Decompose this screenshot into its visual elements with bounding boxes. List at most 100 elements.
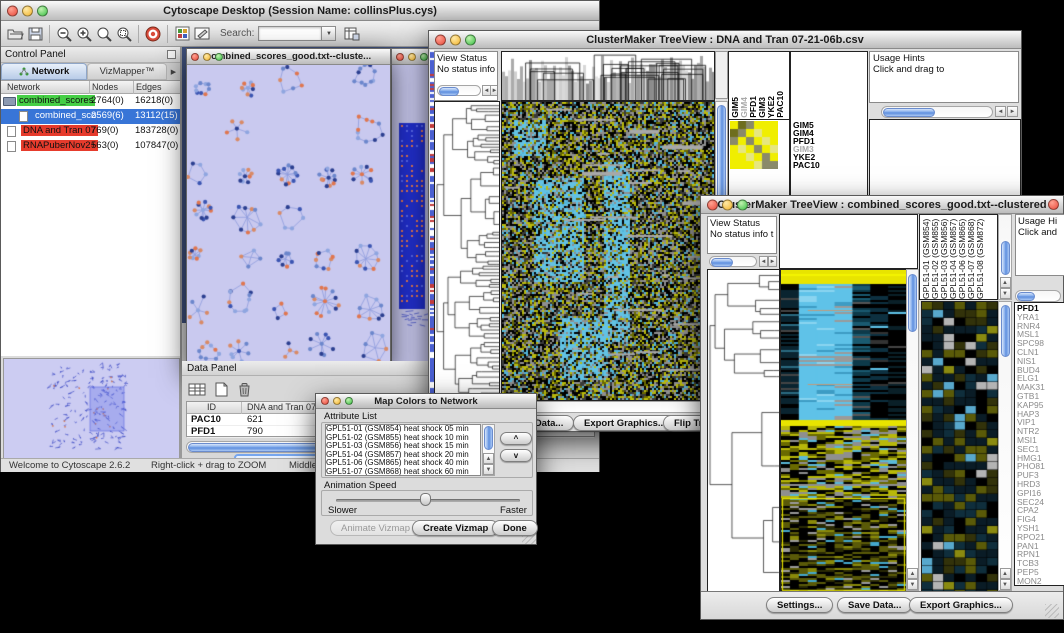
col-edges[interactable]: Edges [136,82,162,92]
row-label[interactable]: PAC10 [793,161,820,169]
cytoscape-titlebar[interactable]: Cytoscape Desktop (Session Name: collins… [1,1,599,21]
scroll-down-arrow[interactable]: ▼ [1000,579,1011,590]
minimize-button[interactable] [203,53,211,61]
background-window-close-button[interactable] [1048,199,1059,210]
close-button[interactable] [396,53,404,61]
network-tree-row[interactable]: combined_sco2569(6)13112(15) [1,109,180,124]
zoom-heatmap-canvas[interactable] [921,301,999,593]
col-network[interactable]: Network [7,82,40,92]
global-heatmap-canvas[interactable] [501,101,715,401]
tab-vizmapper[interactable]: VizMapper™ [87,63,167,80]
table-mode-icon[interactable] [187,379,207,399]
tab-overflow-arrow[interactable]: ▶ [167,63,180,80]
dialog-titlebar[interactable]: Map Colors to Network [316,394,536,409]
float-panel-icon[interactable] [167,50,176,59]
scroll-right-arrow[interactable]: ► [1007,106,1018,117]
scroll-left-arrow[interactable]: ◄ [759,256,768,267]
column-dendrogram-canvas[interactable] [501,51,715,101]
scroll-down-arrow[interactable]: ▼ [1000,288,1011,299]
tab-network[interactable]: Network [1,63,87,80]
gene-list-scrollbar[interactable] [1015,290,1061,302]
treeview-button[interactable]: Save Data... [837,597,912,613]
network-view-titlebar[interactable]: combined_scores_good.txt--cluste... [187,49,390,65]
attribute-list-item[interactable]: GPL51-07 (GSM868) heat shock 60 min [326,468,480,476]
save-icon[interactable] [25,24,45,44]
attribute-browser-icon[interactable] [342,24,362,44]
view-status-scrollbar[interactable] [709,256,757,267]
minimize-button[interactable] [333,397,341,405]
usage-hints-scrollbar[interactable] [881,106,993,118]
scroll-up-arrow[interactable]: ▲ [483,453,494,464]
column-label[interactable]: PAC10 [776,91,785,118]
treeview-combined-titlebar[interactable]: ClusterMaker TreeView : combined_scores_… [701,196,1063,214]
scroll-up-arrow[interactable]: ▲ [1000,277,1011,288]
scroll-up-arrow[interactable]: ▲ [1000,568,1011,579]
treeview-button[interactable]: Export Graphics... [573,415,677,431]
table-col-id[interactable]: ID [207,402,216,412]
treeview-dna-titlebar[interactable]: ClusterMaker TreeView : DNA and Tran 07-… [429,31,1021,49]
row-dendrogram-canvas[interactable] [434,101,500,401]
zoom-out-icon[interactable] [54,24,74,44]
close-button[interactable] [7,5,18,16]
network-tree-row[interactable]: combined_scores2764(0)16218(0) [1,94,180,109]
column-label[interactable]: GPL51-08 (GSM872) [976,215,985,299]
zoom-in-icon[interactable] [74,24,94,44]
delete-attribute-icon[interactable] [234,379,254,399]
column-label[interactable]: GPL51-03 (GSM856) [940,215,949,299]
zoom-vscrollbar[interactable]: ▲ ▼ [998,301,1012,591]
minimize-button[interactable] [408,53,416,61]
scroll-down-arrow[interactable]: ▼ [483,464,494,475]
close-button[interactable] [707,199,718,210]
close-button[interactable] [321,397,329,405]
zoom-button[interactable] [737,199,748,210]
done-button[interactable]: Done [492,520,538,536]
zoom-heatmap-canvas[interactable] [730,121,778,169]
scroll-right-arrow[interactable]: ► [490,85,498,96]
annotation-icon[interactable] [192,24,212,44]
zoom-button[interactable] [465,34,476,45]
zoom-button[interactable] [37,5,48,16]
column-label[interactable]: GPL51-07 (GSM868) [967,215,976,299]
minimize-button[interactable] [22,5,33,16]
minimize-button[interactable] [450,34,461,45]
network-tree-row[interactable]: RNAPuberNov2+563(0)107847(0) [1,139,180,154]
close-button[interactable] [435,34,446,45]
animate-vizmap-button[interactable]: Animate Vizmap [330,520,421,536]
column-label[interactable]: GPL51-04 (GSM857) [949,215,958,299]
move-down-button[interactable]: v [500,449,532,462]
close-button[interactable] [191,53,199,61]
treeview-button[interactable]: Settings... [766,597,833,613]
column-label[interactable]: GPL51-01 (GSM854) [922,215,931,299]
col-nodes[interactable]: Nodes [92,82,118,92]
network-canvas[interactable] [187,65,390,366]
help-lifering-icon[interactable] [143,24,163,44]
column-label[interactable]: GPL51-06 (GSM865) [958,215,967,299]
scroll-down-arrow[interactable]: ▼ [907,579,918,590]
speed-slider-thumb[interactable] [420,493,431,506]
network-tree-row[interactable]: DNA and Tran 07769(0)183728(0) [1,124,180,139]
new-attribute-icon[interactable] [211,379,231,399]
zoom-button[interactable] [420,53,428,61]
open-file-icon[interactable] [5,24,25,44]
row-dendrogram-canvas[interactable] [707,269,780,593]
column-label[interactable]: GPL51-02 (GSM855) [931,215,940,299]
heatmap-vscrollbar[interactable]: ▲ ▼ [906,269,919,591]
search-input[interactable] [258,26,322,41]
zoom-button[interactable] [215,53,223,61]
zoom-button[interactable] [345,397,353,405]
minimize-button[interactable] [722,199,733,210]
scroll-right-arrow[interactable]: ► [768,256,777,267]
create-vizmap-button[interactable]: Create Vizmap [412,520,499,536]
resize-grip[interactable] [1045,604,1059,618]
zoom-fit-icon[interactable] [94,24,114,44]
attribute-list-scrollbar[interactable]: ▲ ▼ [482,424,495,476]
scroll-up-arrow[interactable]: ▲ [907,568,918,579]
search-dropdown-button[interactable]: ▼ [322,26,336,41]
view-status-scrollbar[interactable] [437,85,481,96]
network-view-2-titlebar[interactable] [392,49,429,65]
global-heatmap-canvas[interactable] [780,269,907,593]
zoom-selected-icon[interactable] [114,24,134,44]
vizmap-icon[interactable] [172,24,192,44]
gene-label[interactable]: MON2 [1017,577,1064,586]
network-canvas-2[interactable] [392,65,429,362]
